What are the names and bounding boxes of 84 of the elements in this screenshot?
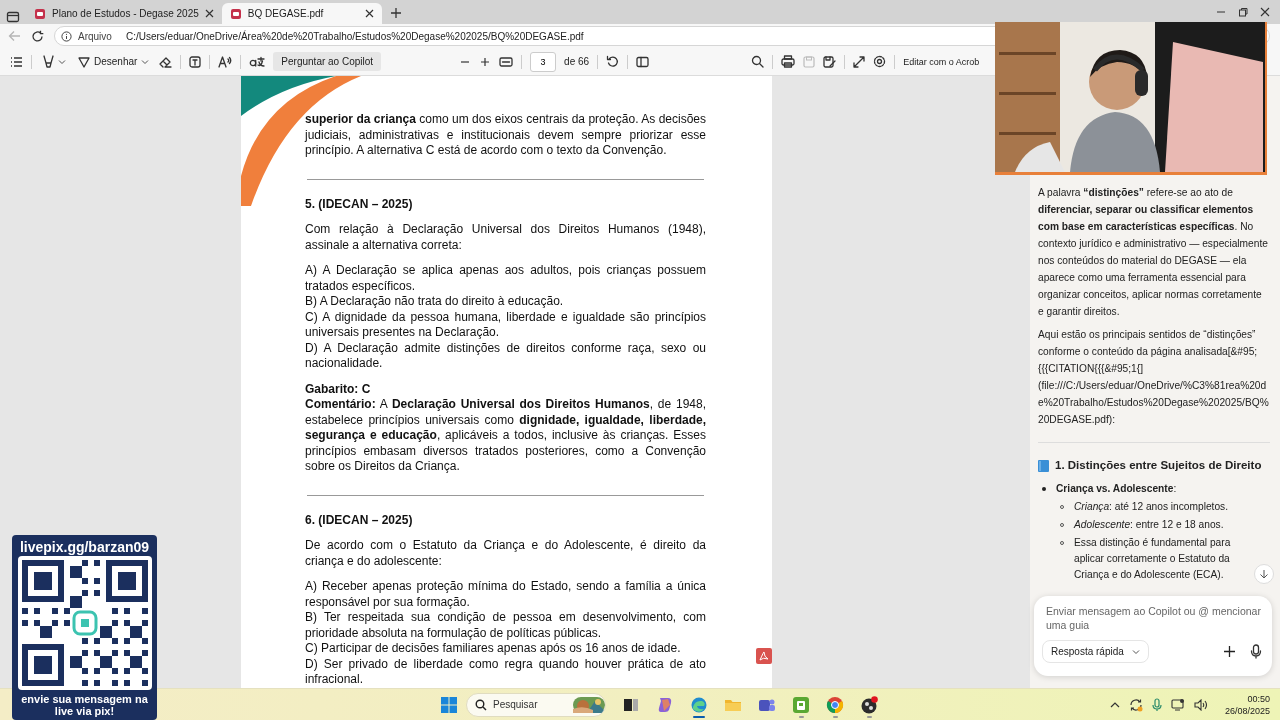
document-paragraph: B) Ter respeitada sua condição de pessoa em desenvolvimento, com prioridade absoluta na formulação de políticas públicas. bbox=[305, 610, 706, 641]
save-as-icon[interactable] bbox=[823, 55, 837, 68]
document-paragraph: superior da criança como um dos eixos centrais da proteção. As decisões judiciais, administrativas e institucionais devem sempre priorizar esse princípio. A alternativa C está de acordo com o texto da Convenção. bbox=[305, 112, 706, 159]
question-heading: 5. (IDECAN – 2025) bbox=[305, 196, 414, 212]
rotate-icon[interactable] bbox=[606, 55, 620, 68]
read-aloud-icon[interactable] bbox=[218, 55, 233, 68]
document-paragraph: Comentário: A Declaração Universal dos Direitos Humanos, de 1948, estabelece princípios universais como dignidade, igualdade, liberdade, segurança e educação, aplicáveis a todos, inclusive às crianças. Esses princípios embasam diversos tratados posteriores, como a Convenção sobre os Direitos da Criança. bbox=[305, 397, 706, 475]
microphone-icon[interactable] bbox=[1250, 644, 1262, 659]
response-mode-dropdown[interactable]: Resposta rápida bbox=[1042, 640, 1149, 663]
ask-copilot-button[interactable]: Perguntar ao Copilot bbox=[273, 52, 382, 71]
caret-icon bbox=[141, 58, 150, 65]
document-paragraph: A) Receber apenas proteção mínima do Estado, sendo a família a única responsável por sua formação. bbox=[305, 579, 706, 610]
bullet-dot bbox=[1042, 487, 1046, 491]
pen-icon bbox=[78, 55, 90, 68]
taskbar-search[interactable]: Pesquisar bbox=[466, 692, 606, 717]
scheme-label: Arquivo bbox=[78, 30, 112, 42]
search-icon bbox=[475, 698, 487, 711]
document-paragraph: Com relação à Declaração Universal dos Direitos Humanos (1948), assinale a alternativa correta: bbox=[305, 222, 706, 253]
new-tab-icon[interactable] bbox=[389, 7, 402, 19]
app-icon bbox=[690, 695, 708, 714]
highlighter-icon bbox=[42, 55, 54, 68]
document-paragraph: C) Participar de decisões familiares apenas após os 16 anos de idade. bbox=[305, 641, 682, 657]
document-paragraph: D) A Declaração admite distinções de direitos conforme raça, sexo ou nacionalidade. bbox=[305, 340, 706, 372]
page-number-field[interactable]: 3 bbox=[530, 51, 557, 72]
book-icon bbox=[1038, 459, 1049, 472]
windows-start-icon[interactable] bbox=[440, 695, 458, 714]
sync-icon[interactable] bbox=[1128, 697, 1143, 712]
donation-caption: envie sua mensagem na live via pix! bbox=[20, 693, 149, 717]
app-icon bbox=[826, 695, 844, 714]
url-text: C:/Users/eduar/OneDrive/Área%20de%20Trabalho/Estudos%20Degase%202025/BQ%20DEGASE.pdf bbox=[125, 30, 584, 42]
edit-in-acrobat-button[interactable]: Editar com o Acrob bbox=[903, 56, 980, 67]
fit-page-icon[interactable] bbox=[499, 55, 514, 68]
document-paragraph: C) A dignidade da pessoa humana, liberdade e igualdade são princípios universais presentes na Declaração. bbox=[305, 309, 706, 341]
eraser-icon[interactable] bbox=[159, 55, 173, 68]
clock-time: 00:50 bbox=[1247, 692, 1270, 705]
response-paragraph: Aqui estão os principais sentidos de “distinções” conforme o conteúdo da página analisada[&#95;{{{CITATION{{{&#95;1{](file:///C:/Users/eduar/OneDrive/%C3%81rea%20de%20Trabalho/Estudos%20Degase%202025/BQ%20DEGASE.pdf): bbox=[1038, 328, 1270, 427]
list-item-text: Adolescente: entre 12 e 18 anos. bbox=[1074, 518, 1224, 532]
translate-icon[interactable] bbox=[249, 55, 266, 68]
page-view-icon[interactable] bbox=[636, 55, 650, 68]
page-count: de 66 bbox=[564, 56, 590, 67]
section-heading: 1. Distinções entre Sujeitos de Direito bbox=[1055, 458, 1262, 473]
list-item-text: Essa distinção é fundamental para aplicar corretamente o Estatuto da Criança e do Adolescente (ECA). bbox=[1074, 536, 1232, 582]
tab-actions-icon[interactable] bbox=[6, 10, 20, 24]
list-item-text: Criança: até 12 anos incompletos. bbox=[1074, 500, 1229, 514]
browser-tab[interactable]: Plano de Estudos - Degase 2025 bbox=[26, 3, 222, 24]
close-icon[interactable] bbox=[1260, 7, 1270, 17]
close-icon[interactable] bbox=[204, 9, 214, 18]
app-icon bbox=[860, 695, 878, 714]
acrobat-icon[interactable] bbox=[756, 648, 772, 664]
document-paragraph: De acordo com o Estatuto da Criança e do Adolescente, é direito da criança e do adolescente: bbox=[305, 538, 706, 569]
settings-icon[interactable] bbox=[873, 55, 887, 68]
question-heading: Gabarito: C bbox=[305, 381, 372, 397]
print-icon[interactable] bbox=[781, 55, 796, 68]
text-box-icon[interactable] bbox=[189, 55, 202, 68]
speaker-icon[interactable] bbox=[1193, 698, 1208, 711]
caret-icon bbox=[1131, 648, 1140, 655]
caret-icon bbox=[58, 58, 66, 65]
restore-icon[interactable] bbox=[1238, 7, 1248, 17]
contents-icon[interactable] bbox=[10, 55, 23, 68]
clock-date: 26/08/2025 bbox=[1224, 704, 1270, 717]
app-icon bbox=[792, 695, 810, 714]
pdf-file-icon bbox=[229, 7, 242, 20]
browser-tab[interactable]: BQ DEGASE.pdf bbox=[221, 3, 382, 24]
zoom-in-icon[interactable] bbox=[479, 55, 492, 68]
fullscreen-icon[interactable] bbox=[853, 55, 866, 68]
refresh-icon[interactable] bbox=[31, 29, 44, 43]
app-icon bbox=[656, 695, 674, 714]
down-arrow-icon bbox=[1259, 569, 1269, 579]
document-paragraph: A) A Declaração se aplica apenas aos adultos, pois crianças possuem tratados específicos. bbox=[305, 263, 706, 294]
document-paragraph: B) A Declaração não trata do direito à educação. bbox=[305, 294, 565, 310]
response-paragraph: A palavra “distinções” refere-se ao ato de diferenciar, separar ou classificar elementos com base em características específicas. No contexto jurídico e administrativo — especialmente nos conteúdos do material do DEGASE — ela aparece como uma ferramenta essencial para organizar conceitos, aplicar normas corretamente e garantir direitos. bbox=[1038, 186, 1269, 319]
list-item-text: Criança vs. Adolescente: bbox=[1056, 482, 1177, 496]
network-icon[interactable] bbox=[1170, 698, 1185, 711]
document-paragraph: D) Ser privado de liberdade como regra quando houver prática de ato infracional. bbox=[305, 656, 706, 688]
question-heading: 6. (IDECAN – 2025) bbox=[305, 512, 414, 528]
search-icon[interactable] bbox=[751, 55, 765, 68]
pdf-file-icon bbox=[34, 7, 46, 20]
highlight-button[interactable] bbox=[40, 53, 68, 70]
draw-button[interactable]: Desenhar bbox=[76, 53, 152, 70]
chevron-up-icon[interactable] bbox=[1109, 700, 1120, 709]
add-icon[interactable] bbox=[1223, 645, 1236, 658]
close-icon[interactable] bbox=[364, 9, 374, 18]
info-icon bbox=[61, 30, 72, 42]
message-field[interactable]: Enviar mensagem ao Copilot ou @ mencionar uma guia bbox=[1046, 604, 1262, 634]
